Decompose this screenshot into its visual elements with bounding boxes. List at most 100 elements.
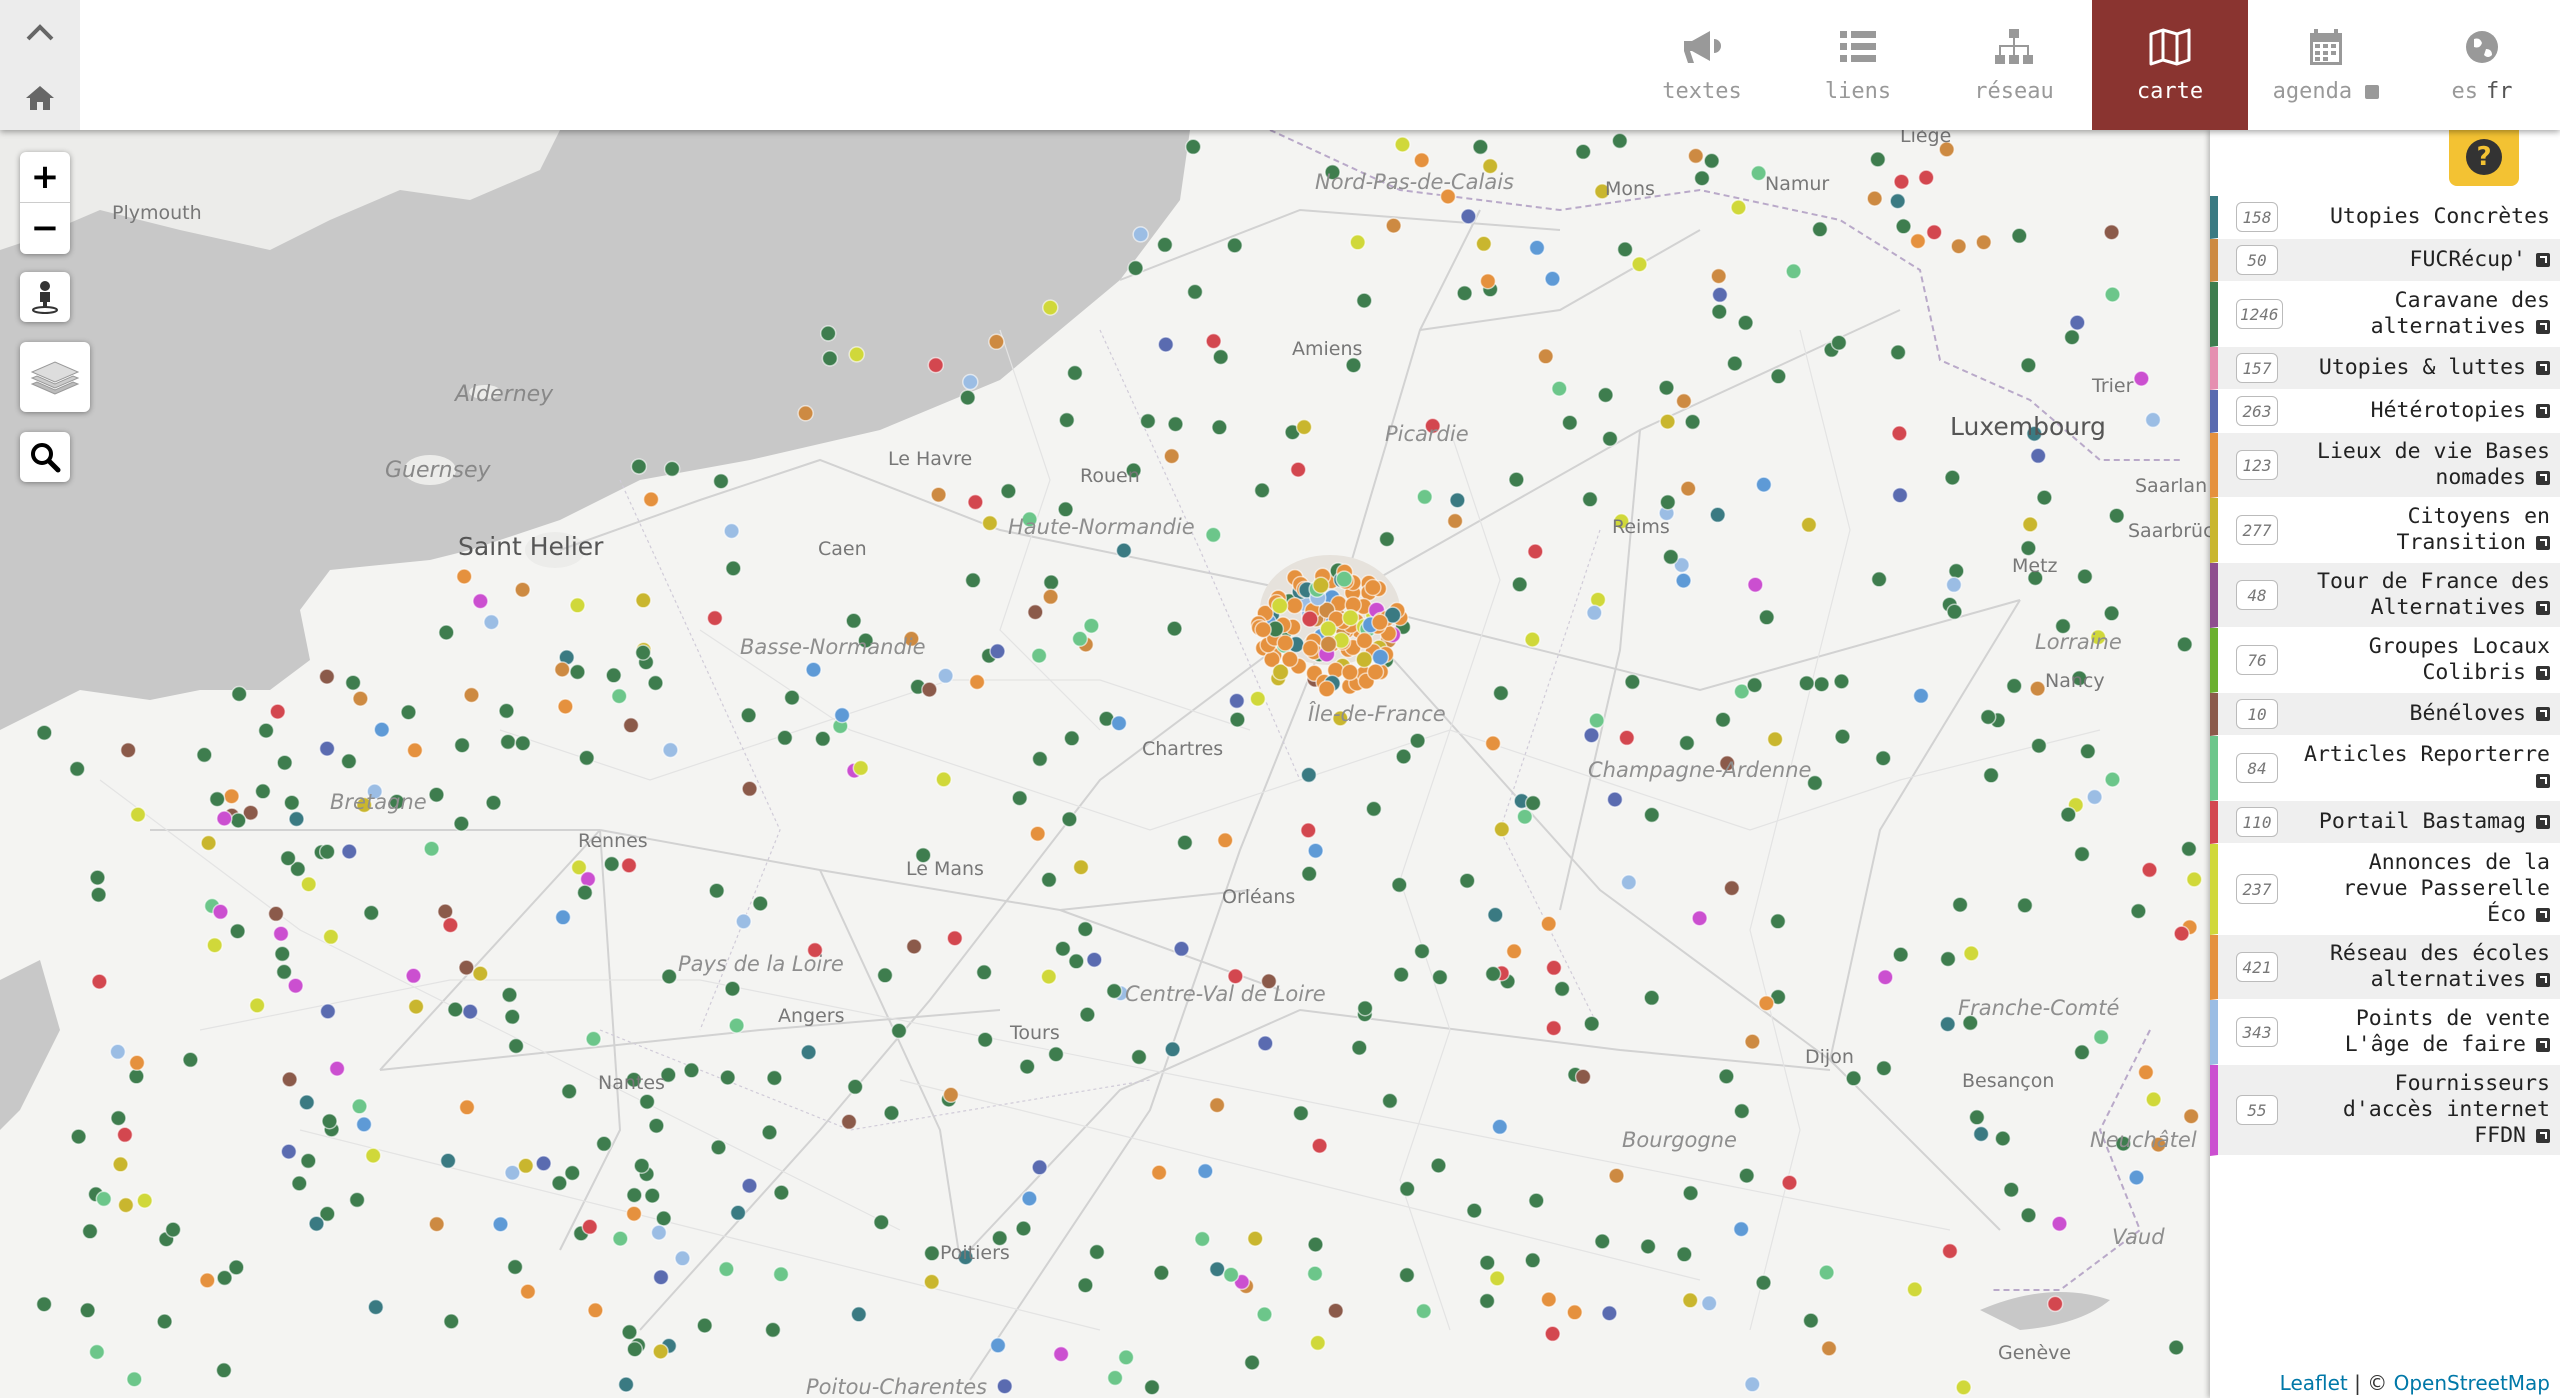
map-marker[interactable] [373,721,391,738]
map-marker[interactable] [129,806,147,823]
map-marker[interactable] [283,794,301,811]
map-marker[interactable] [300,875,317,893]
map-marker[interactable] [1226,237,1243,254]
map-marker[interactable] [1583,726,1600,744]
map-marker[interactable] [1479,272,1497,290]
map-marker[interactable] [569,597,586,614]
map-marker[interactable] [1300,822,1317,839]
map-marker[interactable] [805,661,822,678]
map-marker[interactable] [937,667,954,685]
map-marker[interactable] [1079,1006,1096,1023]
map-marker[interactable] [662,741,679,759]
map-marker[interactable] [2003,1181,2020,1198]
map-marker[interactable] [1737,314,1754,332]
external-link-icon[interactable] [2536,815,2550,829]
map-marker[interactable] [620,857,638,874]
map-marker[interactable] [1030,647,1048,664]
map-marker[interactable] [1785,263,1802,280]
map-marker[interactable] [1979,708,1997,726]
map-marker[interactable] [1253,482,1271,499]
map-marker[interactable] [272,925,290,942]
map-marker[interactable] [610,687,628,705]
map-marker[interactable] [1366,663,1385,681]
external-link-icon[interactable] [2536,666,2550,680]
map-marker[interactable] [492,1215,509,1233]
map-marker[interactable] [1675,572,1692,589]
map-marker[interactable] [506,1258,524,1276]
map-marker[interactable] [267,905,285,923]
map-marker[interactable] [1524,631,1541,648]
map-marker[interactable] [1249,690,1267,707]
map-marker[interactable] [1982,767,2000,784]
map-marker[interactable] [1018,1058,1036,1075]
map-marker[interactable] [1955,1379,1972,1396]
map-marker[interactable] [517,1157,535,1175]
map-marker[interactable] [1184,138,1202,156]
map-marker[interactable] [363,904,380,922]
map-marker[interactable] [2030,737,2048,754]
category-item[interactable]: 110 Portail Bastamag [2210,801,2560,844]
map-marker[interactable] [1115,542,1133,559]
map-marker[interactable] [1917,169,1935,186]
category-item[interactable]: 48 Tour de France des Alternatives [2210,563,2560,628]
map-marker[interactable] [647,674,664,692]
map-marker[interactable] [1583,1015,1600,1032]
map-marker[interactable] [2141,861,2158,879]
map-marker[interactable] [1208,1096,1226,1114]
map-marker[interactable] [652,1343,669,1360]
map-marker[interactable] [1052,1345,1070,1363]
map-marker[interactable] [364,1147,382,1164]
map-marker[interactable] [1528,239,1546,257]
map-marker[interactable] [1508,471,1525,488]
map-marker[interactable] [626,1340,644,1358]
map-marker[interactable] [1000,482,1017,500]
map-marker[interactable] [1031,750,1049,768]
map-marker[interactable] [1301,639,1320,658]
map-marker[interactable] [1711,303,1728,320]
map-marker[interactable] [1077,920,1094,938]
map-marker[interactable] [1643,806,1661,824]
map-marker[interactable] [2029,680,2046,697]
map-marker[interactable] [351,1098,368,1115]
map-marker[interactable] [819,325,837,342]
map-marker[interactable] [1939,950,1957,968]
map-marker[interactable] [1750,164,1767,182]
category-item[interactable]: 158 Utopies Concrètes [2210,196,2560,239]
map-marker[interactable] [1889,192,1906,210]
help-button[interactable]: ? [2449,128,2519,186]
map-marker[interactable] [1430,1157,1447,1174]
locate-button[interactable] [20,272,70,322]
map-marker[interactable] [1378,530,1396,548]
map-marker[interactable] [850,1306,868,1323]
map-marker[interactable] [1398,1180,1416,1198]
map-marker[interactable] [1042,299,1059,316]
map-marker[interactable] [269,703,286,720]
map-marker[interactable] [923,1273,940,1291]
map-marker[interactable] [1758,609,1775,626]
map-marker[interactable] [1027,603,1044,621]
map-marker[interactable] [2005,677,2023,695]
map-marker[interactable] [621,1323,638,1341]
map-marker[interactable] [1285,596,1304,615]
map-marker[interactable] [501,986,518,1004]
map-marker[interactable] [1834,728,1851,745]
map-marker[interactable] [761,1124,778,1141]
external-link-icon[interactable] [2536,404,2550,418]
map-marker[interactable] [291,1175,308,1192]
map-marker[interactable] [1948,562,1965,580]
map-marker[interactable] [1319,635,1338,653]
map-marker[interactable] [504,1008,521,1026]
map-marker[interactable] [1127,259,1144,277]
map-marker[interactable] [989,1337,1007,1354]
map-marker[interactable] [1054,940,1072,957]
map-marker[interactable] [1355,650,1373,669]
map-marker[interactable] [1173,940,1190,958]
map-marker[interactable] [199,1272,216,1289]
map-marker[interactable] [281,1071,298,1088]
map-marker[interactable] [1544,1325,1561,1343]
map-marker[interactable] [1047,1045,1065,1063]
map-marker[interactable] [551,1174,568,1192]
map-marker[interactable] [821,350,839,367]
tab-reseau[interactable]: réseau [1936,0,2092,130]
map-marker[interactable] [696,1317,713,1334]
